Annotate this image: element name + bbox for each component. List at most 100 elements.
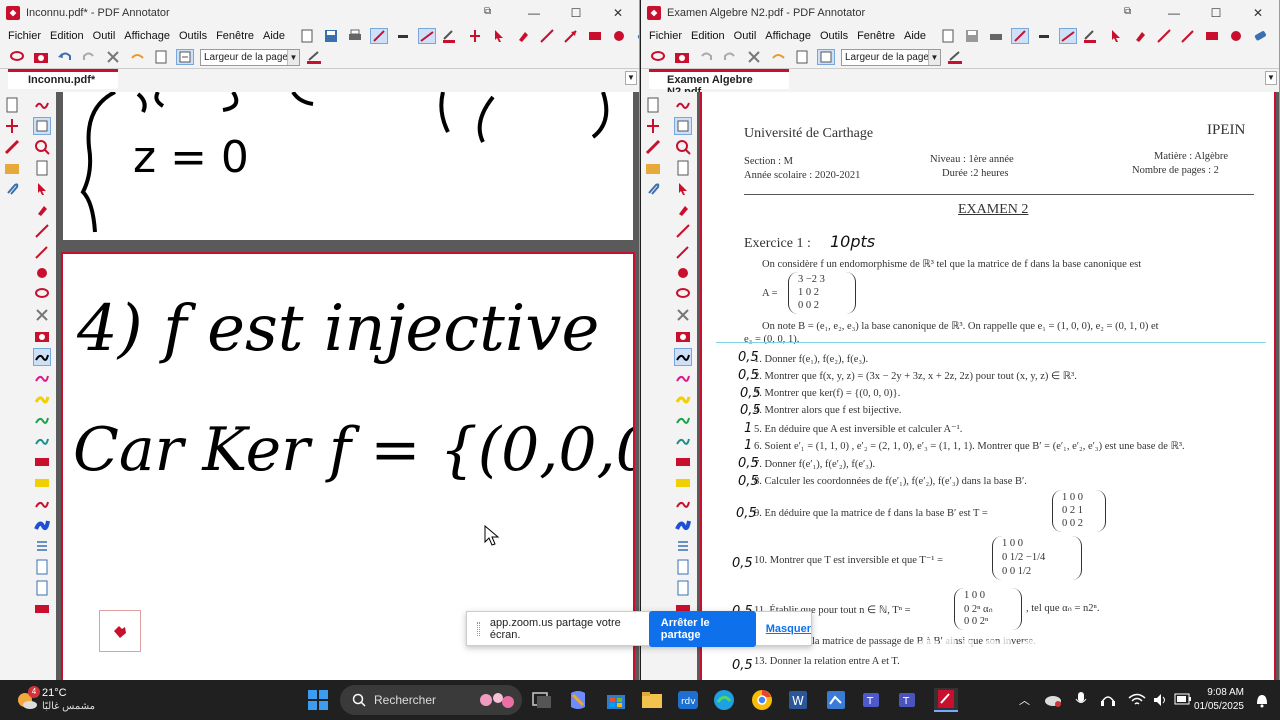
tab-inconnu[interactable]: Inconnu.pdf*: [8, 69, 118, 89]
magenta-pen-icon[interactable]: [33, 369, 51, 387]
print-icon[interactable]: [346, 28, 364, 44]
new-document-icon[interactable]: [939, 28, 957, 44]
print-icon[interactable]: [987, 28, 1005, 44]
maximize-button[interactable]: ☐: [555, 0, 597, 26]
lasso-icon[interactable]: [674, 285, 692, 303]
teams-work-icon[interactable]: T: [896, 688, 920, 712]
meeting-app-icon[interactable]: rdv: [676, 688, 700, 712]
pen-tool-icon[interactable]: [1011, 28, 1030, 44]
select-arrow-icon[interactable]: [490, 28, 508, 44]
menu-outils[interactable]: Outils: [820, 30, 848, 42]
pdf-page-1[interactable]: z = 0: [63, 90, 633, 240]
taskbar-clock[interactable]: 9:08 AM 01/05/2025: [1194, 686, 1244, 714]
pdf-icon[interactable]: [33, 600, 51, 618]
menu-outil[interactable]: Outil: [93, 30, 116, 42]
yellow-stamp-icon[interactable]: [33, 474, 51, 492]
minimize-button[interactable]: —: [1153, 0, 1195, 26]
delete-icon[interactable]: [674, 306, 692, 324]
microphone-icon[interactable]: [1074, 691, 1088, 709]
yellow-pen-icon[interactable]: [674, 390, 692, 408]
tab-examen-algebre[interactable]: Examen Algebre N2.pdf: [649, 69, 789, 98]
teal-pen-icon[interactable]: [33, 432, 51, 450]
fit-width-icon[interactable]: [33, 117, 51, 135]
insert-space-icon[interactable]: [466, 28, 484, 44]
tab-list-chevron-icon[interactable]: ▼: [1265, 71, 1277, 85]
pen-color-icon[interactable]: [306, 49, 324, 65]
menu-outil[interactable]: Outil: [734, 30, 757, 42]
select-arrow-icon[interactable]: [674, 180, 692, 198]
arrow-tool-icon[interactable]: [562, 28, 580, 44]
tab-list-chevron-icon[interactable]: ▼: [625, 71, 637, 85]
export-icon[interactable]: [674, 558, 692, 576]
fit-page-icon[interactable]: [152, 49, 170, 65]
export-icon[interactable]: [33, 558, 51, 576]
network-onedrive-icon[interactable]: [1044, 692, 1062, 708]
highlighter-icon[interactable]: [33, 201, 51, 219]
black-pen-icon[interactable]: [674, 348, 692, 366]
fit-width-icon[interactable]: [817, 49, 835, 65]
menu-fenetre[interactable]: Fenêtre: [857, 30, 895, 42]
undo-arrow-icon[interactable]: [769, 49, 787, 65]
line-tool-icon[interactable]: [1155, 28, 1173, 44]
zoom-in-icon[interactable]: [674, 138, 692, 156]
hide-bar-link[interactable]: Masquer: [766, 623, 811, 635]
highlighter-icon[interactable]: [1131, 28, 1149, 44]
pen-color-icon[interactable]: [1083, 28, 1101, 44]
undo-arrow-icon[interactable]: [128, 49, 146, 65]
select-arrow-icon[interactable]: [33, 180, 51, 198]
file-explorer-icon[interactable]: [640, 688, 664, 712]
magenta-pen-icon[interactable]: [674, 369, 692, 387]
task-view-icon[interactable]: [530, 688, 554, 712]
camera-icon[interactable]: [33, 327, 51, 345]
menu-fichier[interactable]: Fichier: [649, 30, 682, 42]
select-arrow-icon[interactable]: [1107, 28, 1125, 44]
teal-pen-icon[interactable]: [674, 432, 692, 450]
whiteboard-icon[interactable]: [824, 688, 848, 712]
menu-edition[interactable]: Edition: [691, 30, 725, 42]
pdf-stamp-icon[interactable]: [33, 453, 51, 471]
pdf-annotator-taskbar-icon[interactable]: [934, 688, 958, 712]
highlighter-icon[interactable]: [514, 28, 532, 44]
headset-icon[interactable]: [1100, 692, 1116, 708]
yellow-pen-icon[interactable]: [33, 390, 51, 408]
ellipse-tool-icon[interactable]: [610, 28, 628, 44]
pen-icon[interactable]: [644, 138, 662, 156]
store-icon[interactable]: [604, 688, 628, 712]
save-icon[interactable]: [963, 28, 981, 44]
fit-page-icon[interactable]: [793, 49, 811, 65]
arrow-tool-icon[interactable]: [1179, 28, 1197, 44]
menu-aide[interactable]: Aide: [904, 30, 926, 42]
drag-handle[interactable]: [477, 621, 480, 636]
menu-affichage[interactable]: Affichage: [765, 30, 811, 42]
show-hidden-icons-chevron-icon[interactable]: ︿: [1019, 692, 1030, 708]
lasso-icon[interactable]: [649, 49, 667, 65]
black-pen-icon[interactable]: [33, 348, 51, 366]
undo-icon[interactable]: [56, 49, 74, 65]
freehand-line-icon[interactable]: [418, 28, 437, 44]
menu-aide[interactable]: Aide: [263, 30, 285, 42]
hand-tool-button[interactable]: [99, 610, 141, 652]
page-icon[interactable]: [33, 159, 51, 177]
fit-width-icon[interactable]: [176, 49, 194, 65]
red-pen-icon[interactable]: [33, 495, 51, 513]
minimize-button[interactable]: —: [513, 0, 555, 26]
menu-fichier[interactable]: Fichier: [8, 30, 41, 42]
ellipse-tool-icon[interactable]: [1227, 28, 1245, 44]
maximize-button[interactable]: ☐: [1195, 0, 1237, 26]
page-icon[interactable]: [644, 96, 662, 114]
fit-width-icon[interactable]: [674, 117, 692, 135]
folder-icon[interactable]: [3, 159, 21, 177]
undo-icon[interactable]: [697, 49, 715, 65]
page-number-icon[interactable]: [33, 579, 51, 597]
folder-icon[interactable]: [644, 159, 662, 177]
document-canvas[interactable]: Université de Carthage IPEIN Section : M…: [697, 92, 1279, 680]
tablet-mode-icon[interactable]: ⧉: [484, 6, 496, 18]
menu-outils[interactable]: Outils: [179, 30, 207, 42]
highlighter-icon[interactable]: [674, 201, 692, 219]
save-icon[interactable]: [322, 28, 340, 44]
page-number-icon[interactable]: [674, 579, 692, 597]
menu-edition[interactable]: Edition: [50, 30, 84, 42]
list-icon[interactable]: [33, 537, 51, 555]
delete-icon[interactable]: [33, 306, 51, 324]
close-button[interactable]: ✕: [1237, 0, 1279, 26]
